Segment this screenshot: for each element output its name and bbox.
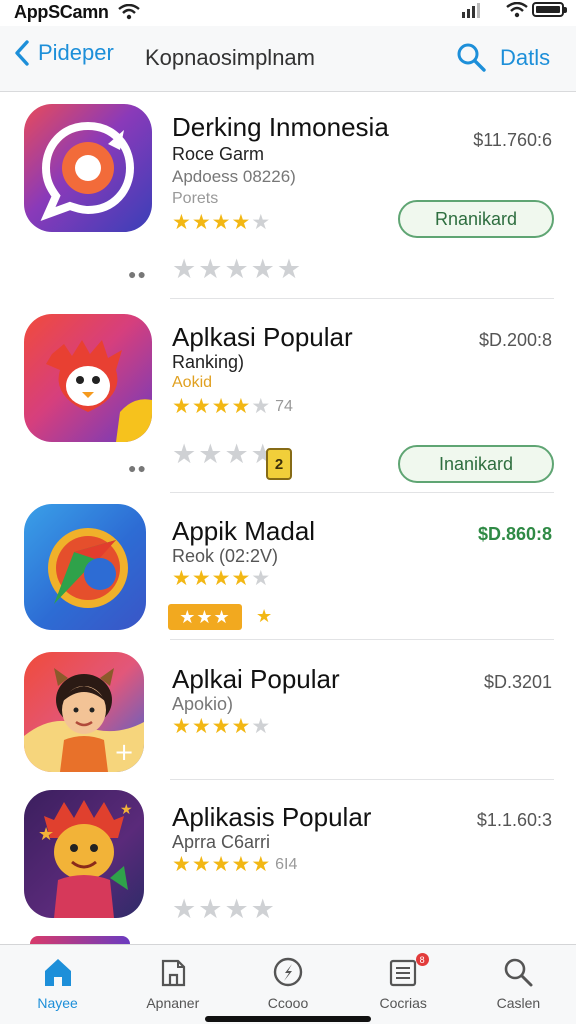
app-icon[interactable]: + xyxy=(24,652,144,772)
list-item[interactable]: Appik Madal Reok (02:2V) $D.860:8 ★ ★ ★ ★ ★ … xyxy=(0,494,576,640)
app-price: $D.200:8 xyxy=(478,330,552,350)
tab-explore[interactable]: Ccooo xyxy=(230,945,345,1024)
rating-stars: ★ ★ ★ ★ ★ xyxy=(172,212,270,233)
back-button[interactable]: Pideper xyxy=(14,40,114,66)
list-item[interactable]: + Aplkai Popular Apokio) $D.3201 ★ ★ ★ ★ ★ xyxy=(0,640,576,780)
star-icon: ★ xyxy=(172,211,191,234)
rating-stars: ★ ★ ★ ★ ★ 6I4 xyxy=(172,853,298,876)
tab-label: Nayee xyxy=(37,995,78,1011)
wifi-icon xyxy=(118,4,140,20)
list-item[interactable]: ★ ★ Aplikasis Popular Aprra C6arri $1.1.… xyxy=(0,780,576,944)
app-icon[interactable] xyxy=(24,104,152,232)
status-time: AppSCamn xyxy=(14,2,109,22)
svg-text:+: + xyxy=(114,738,134,766)
home-icon xyxy=(44,959,71,986)
rating-stars: ★ ★ ★ ★ ★ xyxy=(172,567,271,590)
app-price: $11.760:6 xyxy=(473,130,552,150)
rating-chip: ★★★ xyxy=(168,604,242,630)
app-name: Appik Madal xyxy=(172,516,316,546)
search-icon xyxy=(505,958,533,987)
empty-rating-stars[interactable]: ★ ★ ★ ★ xyxy=(172,896,275,923)
explore-icon xyxy=(273,957,303,987)
tab-label: Ccooo xyxy=(267,995,309,1011)
app-developer: Apokio) xyxy=(172,694,234,714)
app-name: Derking Inmonesia xyxy=(172,112,389,142)
tab-bar: Nayee Apnaner Ccooo 8 Cocrias Caslen xyxy=(0,944,576,1024)
tab-label: Caslen xyxy=(496,995,541,1011)
star-icon: ★ xyxy=(191,211,211,234)
app-name: Aplikasis Popular xyxy=(172,802,372,832)
tab-label: Apnaner xyxy=(146,995,200,1011)
home-indicator[interactable] xyxy=(205,1016,371,1022)
apps-icon xyxy=(161,959,185,987)
tab-home[interactable]: Nayee xyxy=(0,945,115,1024)
tab-label: Cocrias xyxy=(379,995,427,1011)
wifi-icon xyxy=(506,2,528,18)
rating-stars: ★ ★ ★ ★ ★ xyxy=(172,715,271,738)
app-price: $D.860:8 xyxy=(477,524,552,544)
details-button[interactable]: Datls xyxy=(500,45,550,71)
app-developer: Ranking) xyxy=(172,352,245,372)
status-bar: AppSCamn xyxy=(0,0,576,26)
app-developer: Reok (02:2V) xyxy=(172,546,279,566)
empty-rating-stars[interactable]: ★ ★ ★ ★ xyxy=(172,441,275,468)
cell-signal-icon xyxy=(462,2,480,18)
rating-stars: ★ ★ ★ ★ ★ 74 xyxy=(172,395,293,418)
next-app-icon-peek xyxy=(30,936,130,944)
page-title: Kopnaosimplnam xyxy=(145,45,315,70)
svg-text:★: ★ xyxy=(38,824,54,845)
get-button[interactable]: Inanikard xyxy=(398,445,554,483)
list-item[interactable]: Aplkasi Popular Ranking) Aokid $D.200:8 … xyxy=(0,300,576,494)
app-price: $1.1.60:3 xyxy=(476,810,552,830)
app-logo-icon xyxy=(48,528,128,608)
empty-rating-stars[interactable]: ★ ★ ★ ★ ★ xyxy=(172,256,301,283)
rating-count: 74 xyxy=(275,397,293,415)
app-logo-icon: + xyxy=(24,668,144,772)
app-icon[interactable] xyxy=(24,504,146,630)
more-icon[interactable]: ●● xyxy=(128,266,147,282)
notification-badge: 8 xyxy=(415,953,429,966)
divider xyxy=(170,492,554,493)
chevron-left-icon xyxy=(15,40,29,66)
app-price: $D.3201 xyxy=(483,672,552,692)
tab-apps[interactable]: Apnaner xyxy=(115,945,230,1024)
more-icon[interactable]: ●● xyxy=(128,460,147,476)
rating-count: 6I4 xyxy=(275,855,298,873)
app-developer: Roce Garm xyxy=(172,144,265,164)
rating-label: Aokid xyxy=(172,374,213,391)
badge-icon: 2 xyxy=(266,448,292,480)
app-name: Aplkai Popular xyxy=(172,664,340,694)
battery-icon xyxy=(532,2,567,17)
tab-updates[interactable]: 8 Cocrias xyxy=(346,945,461,1024)
star-icon: ★ xyxy=(256,606,273,626)
app-icon[interactable]: ★ ★ xyxy=(24,790,144,918)
navigation-bar: Pideper Kopnaosimplnam Datls xyxy=(0,26,576,92)
app-logo-icon xyxy=(46,340,152,442)
get-button[interactable]: Rnanikard xyxy=(398,200,554,238)
app-name: Aplkasi Popular xyxy=(172,322,353,352)
svg-text:★: ★ xyxy=(120,802,133,818)
app-developer: Aprra C6arri xyxy=(172,832,271,852)
app-logo-icon: ★ ★ xyxy=(38,800,133,918)
star-icon: ★ xyxy=(251,211,271,234)
app-logo-icon xyxy=(40,121,135,221)
back-label: Pideper xyxy=(38,40,114,65)
app-category: Apdoess 08226) xyxy=(172,167,296,186)
star-icon: ★ xyxy=(231,211,251,234)
tab-search[interactable]: Caslen xyxy=(461,945,576,1024)
list-item[interactable]: Derking Inmonesia Roce Garm Apdoess 0822… xyxy=(0,92,576,300)
search-icon[interactable] xyxy=(456,42,486,72)
app-icon[interactable] xyxy=(24,314,152,442)
app-tag: Porets xyxy=(172,190,219,207)
divider xyxy=(170,298,554,299)
star-icon: ★ xyxy=(211,211,231,234)
